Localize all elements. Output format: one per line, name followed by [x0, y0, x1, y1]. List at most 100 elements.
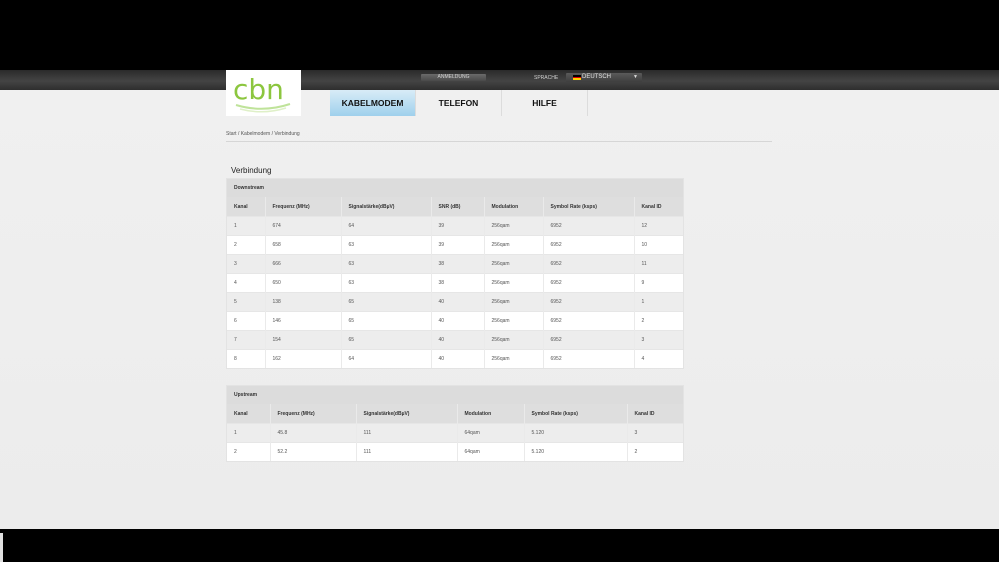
downstream-row: 8 162 64 40 256qam 6952 4	[227, 349, 683, 368]
table-cell: 162	[264, 349, 341, 368]
table-cell: 2	[227, 442, 270, 461]
table-cell: 4	[227, 273, 265, 293]
table-cell: 256qam	[483, 330, 543, 350]
table-cell: 1	[227, 216, 265, 236]
column-header: Kanal ID	[633, 197, 683, 217]
table-cell: 40	[430, 311, 484, 331]
downstream-row: 7 154 65 40 256qam 6952 3	[227, 330, 683, 350]
table-cell: 111	[355, 442, 457, 461]
table-cell: 38	[430, 254, 484, 274]
column-header: Frequenz (MHz)	[264, 197, 341, 217]
downstream-row: 2 658 63 39 256qam 6952 10	[227, 235, 683, 255]
downstream-row: 4 650 63 38 256qam 6952 9	[227, 273, 683, 293]
downstream-row: 5 138 65 40 256qam 6952 1	[227, 292, 683, 312]
table-cell: 4	[633, 349, 683, 368]
column-header: Symbol Rate (ksps)	[542, 197, 634, 217]
table-cell: 6952	[542, 273, 634, 293]
column-header: Symbol Rate (ksps)	[523, 404, 627, 424]
table-cell: 8	[227, 349, 265, 368]
column-header: Kanal ID	[626, 404, 683, 424]
table-cell: 63	[340, 254, 431, 274]
table-cell: 64qam	[456, 442, 524, 461]
downstream-row: 6 146 65 40 256qam 6952 2	[227, 311, 683, 331]
table-cell: 3	[227, 254, 265, 274]
table-cell: 256qam	[483, 216, 543, 236]
table-cell: 650	[264, 273, 341, 293]
table-cell: 40	[430, 349, 484, 368]
downstream-row: 3 666 63 38 256qam 6952 11	[227, 254, 683, 274]
tab-kabelmodem[interactable]: KABELMODEM	[330, 90, 416, 116]
table-cell: 65	[340, 311, 431, 331]
table-cell: 6952	[542, 330, 634, 350]
table-cell: 6952	[542, 254, 634, 274]
page-area: ANMELDUNG SPRACHE DEUTSCH ▼ cbn KABELMOD…	[0, 70, 999, 530]
table-cell: 2	[626, 442, 683, 461]
table-cell: 3	[633, 330, 683, 350]
table-cell: 40	[430, 330, 484, 350]
login-button[interactable]: ANMELDUNG	[421, 74, 486, 81]
table-cell: 6	[227, 311, 265, 331]
table-cell: 674	[264, 216, 341, 236]
page-title: Verbindung	[231, 166, 272, 175]
table-cell: 256qam	[483, 235, 543, 255]
downstream-row: 1 674 64 39 256qam 6952 12	[227, 216, 683, 236]
cbn-logo-icon: cbn	[233, 73, 291, 113]
table-cell: 111	[355, 423, 457, 443]
column-header: Kanal	[227, 404, 270, 424]
column-header: Signalstärke(dBµV)	[355, 404, 457, 424]
column-header: Frequenz (MHz)	[269, 404, 356, 424]
breadcrumb-divider	[226, 141, 772, 142]
tab-hilfe[interactable]: HILFE	[502, 90, 588, 116]
column-header: Modulation	[456, 404, 524, 424]
table-cell: 5.120	[523, 423, 627, 443]
table-cell: 40	[430, 292, 484, 312]
dropdown-arrow-icon: ▼	[633, 74, 638, 80]
bottom-edge-sliver	[0, 533, 3, 562]
table-cell: 39	[430, 235, 484, 255]
table-cell: 64qam	[456, 423, 524, 443]
table-cell: 6952	[542, 216, 634, 236]
downstream-title: Downstream	[227, 179, 683, 197]
table-cell: 52.2	[269, 442, 356, 461]
downstream-header-row: Kanal Frequenz (MHz) Signalstärke(dBµV) …	[227, 197, 683, 217]
logo: cbn	[226, 70, 301, 116]
table-cell: 256qam	[483, 349, 543, 368]
table-cell: 256qam	[483, 254, 543, 274]
upstream-row: 1 45.8 111 64qam 5.120 3	[227, 423, 683, 443]
table-cell: 666	[264, 254, 341, 274]
column-header: SNR (dB)	[430, 197, 484, 217]
column-header: Kanal	[227, 197, 265, 217]
table-cell: 3	[626, 423, 683, 443]
language-select[interactable]: DEUTSCH ▼	[566, 73, 642, 82]
logo-text: cbn	[233, 73, 284, 106]
table-cell: 38	[430, 273, 484, 293]
table-cell: 12	[633, 216, 683, 236]
table-cell: 5.120	[523, 442, 627, 461]
table-cell: 1	[633, 292, 683, 312]
table-cell: 65	[340, 330, 431, 350]
column-header: Signalstärke(dBµV)	[340, 197, 431, 217]
table-cell: 45.8	[269, 423, 356, 443]
table-cell: 6952	[542, 311, 634, 331]
table-cell: 9	[633, 273, 683, 293]
table-cell: 2	[227, 235, 265, 255]
bottom-black-band	[0, 529, 999, 562]
table-cell: 146	[264, 311, 341, 331]
language-label: SPRACHE	[534, 75, 559, 81]
table-cell: 2	[633, 311, 683, 331]
downstream-table: Kanal Frequenz (MHz) Signalstärke(dBµV) …	[227, 197, 683, 368]
tab-telefon[interactable]: TELEFON	[416, 90, 502, 116]
table-cell: 154	[264, 330, 341, 350]
header-bar: ANMELDUNG SPRACHE DEUTSCH ▼	[0, 70, 999, 90]
top-black-band	[0, 0, 999, 70]
upstream-panel: Upstream Kanal Frequenz (MHz) Signalstär…	[226, 385, 684, 462]
table-cell: 1	[227, 423, 270, 443]
table-cell: 5	[227, 292, 265, 312]
column-header: Modulation	[483, 197, 543, 217]
table-cell: 6952	[542, 235, 634, 255]
upstream-row: 2 52.2 111 64qam 5.120 2	[227, 442, 683, 461]
table-cell: 7	[227, 330, 265, 350]
table-cell: 63	[340, 235, 431, 255]
table-cell: 6952	[542, 292, 634, 312]
table-cell: 10	[633, 235, 683, 255]
